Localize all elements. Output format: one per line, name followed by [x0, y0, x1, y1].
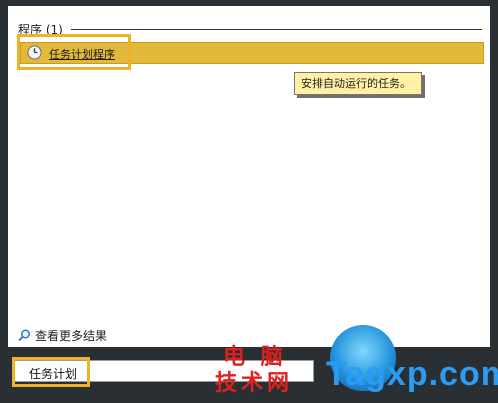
result-callout-frame [17, 34, 131, 70]
watermark-line-2: 技术网 [215, 371, 294, 396]
watermark-site: Tagxp.com [326, 355, 498, 393]
search-icon [18, 329, 30, 342]
section-divider [70, 29, 482, 30]
see-more-results-link[interactable]: 查看更多结果 [18, 327, 107, 344]
search-callout-frame [12, 357, 90, 387]
search-results-panel: 程序 (1) 任务计划程序 安排自动运行的任务。 查看更多结果 [8, 6, 490, 347]
watermark-line-1: 电 脑 [223, 345, 287, 370]
watermark-chinese: 电 脑 技术网 [215, 345, 293, 397]
tooltip: 安排自动运行的任务。 [294, 72, 422, 95]
see-more-label[interactable]: 查看更多结果 [35, 327, 107, 344]
